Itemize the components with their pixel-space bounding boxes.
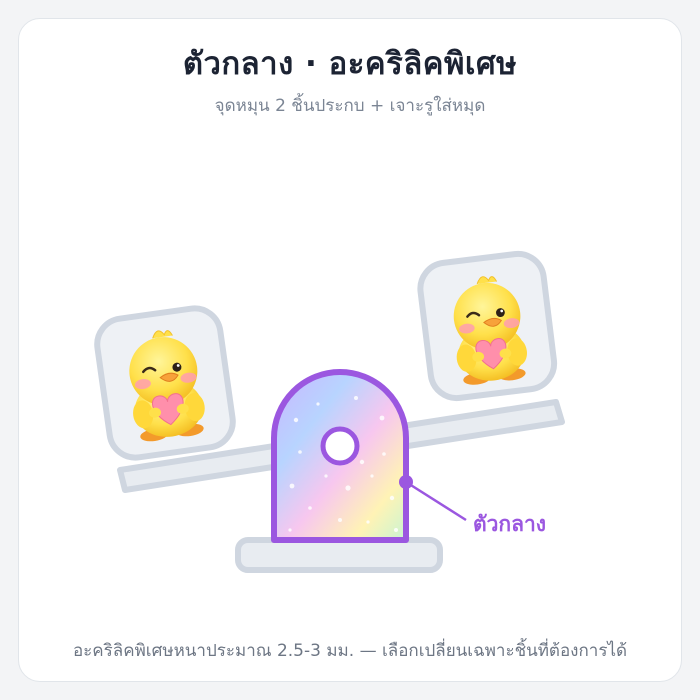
seesaw-diagram bbox=[94, 250, 565, 573]
center-pivot-piece bbox=[271, 369, 409, 543]
pivot-hole bbox=[320, 426, 360, 466]
callout-leader bbox=[399, 475, 467, 522]
right-acrylic-panel bbox=[417, 250, 558, 402]
center-piece-label: ตัวกลาง bbox=[473, 512, 547, 536]
seesaw-base bbox=[235, 537, 443, 573]
footer-note: อะคริลิคพิเศษหนาประมาณ 2.5-3 มม. — เลือก… bbox=[72, 641, 628, 661]
left-acrylic-panel bbox=[94, 305, 236, 461]
